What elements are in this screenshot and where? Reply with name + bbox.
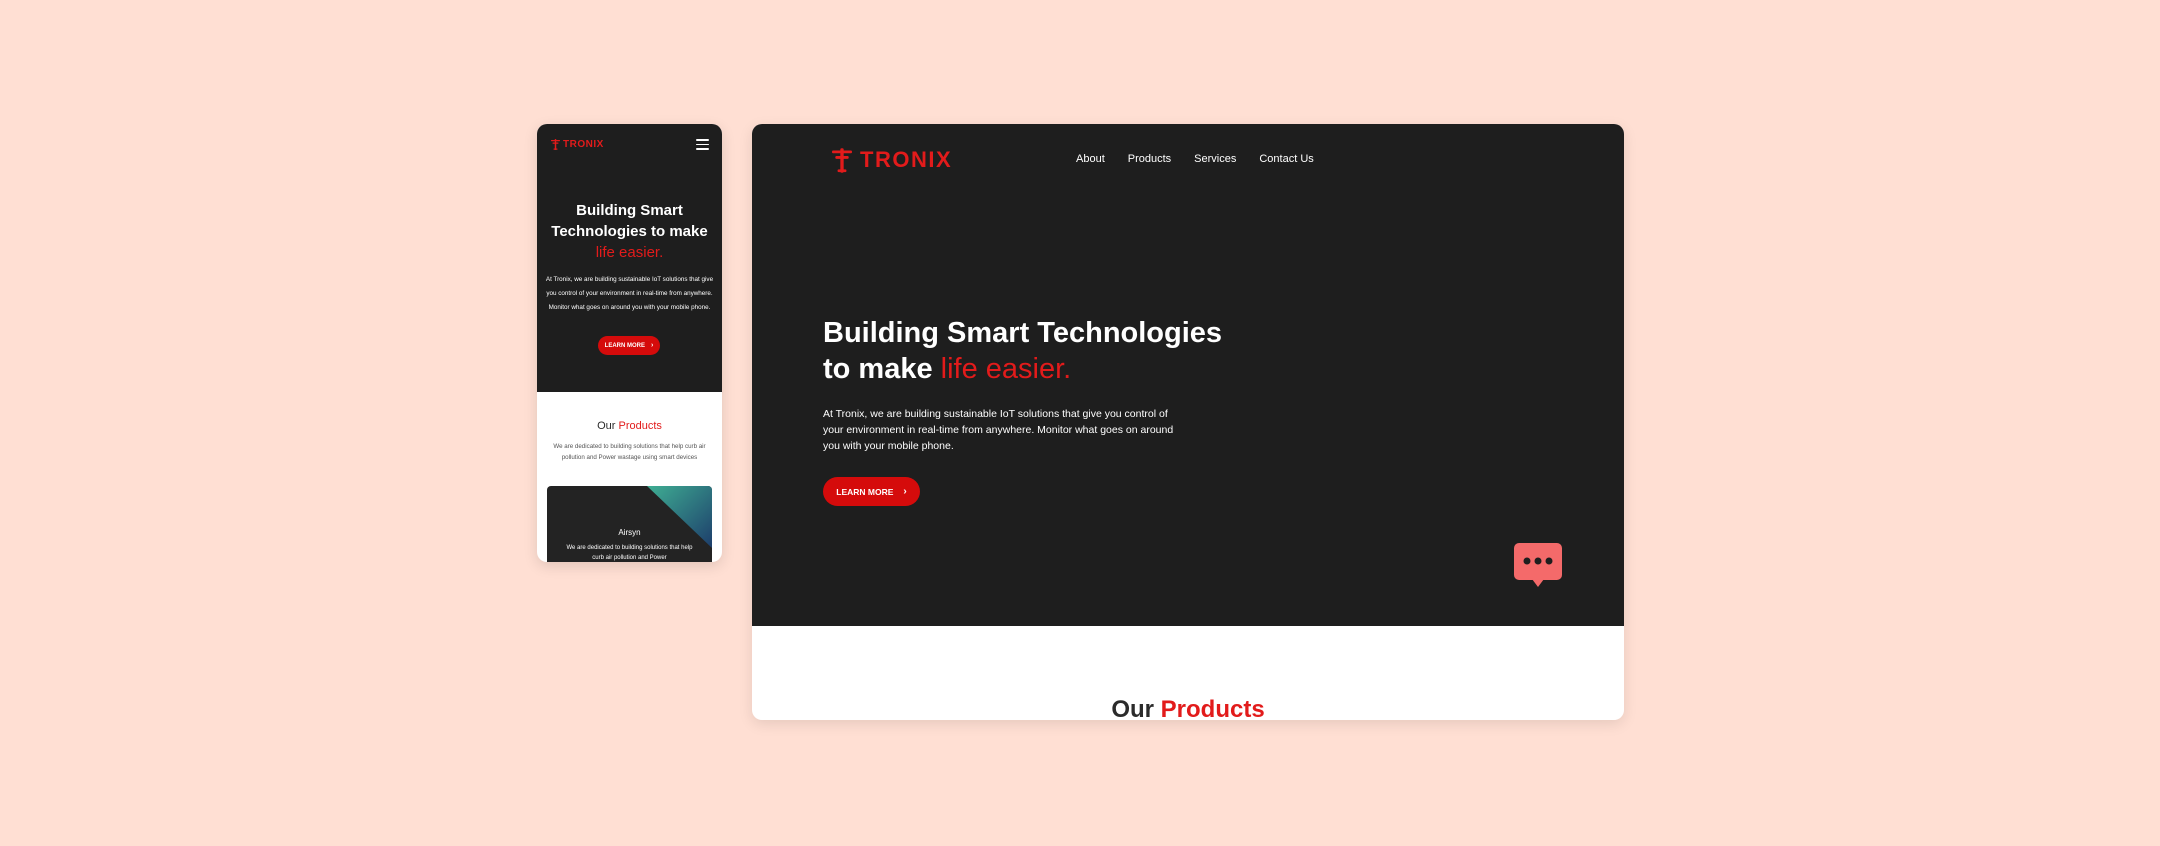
nav-item-about[interactable]: About xyxy=(1076,153,1105,165)
logo-wordmark: TRONIX xyxy=(563,139,604,150)
nav-item-services[interactable]: Services xyxy=(1194,153,1236,165)
nav-item-products[interactable]: Products xyxy=(1128,153,1171,165)
hamburger-icon[interactable] xyxy=(696,139,709,150)
learn-more-label: LEARN MORE xyxy=(604,342,645,349)
main-nav: About Products Services Contact Us xyxy=(1076,153,1314,165)
nav-item-contact-us[interactable]: Contact Us xyxy=(1259,153,1313,165)
mobile-mockup: TRONIX Building Smart Technologies to ma… xyxy=(537,124,722,562)
mobile-hero: TRONIX Building Smart Technologies to ma… xyxy=(537,124,722,392)
antenna-tower-icon xyxy=(832,147,852,173)
learn-more-button[interactable]: LEARN MORE › xyxy=(598,336,660,355)
mobile-hero-title: Building Smart Technologies to make life… xyxy=(537,200,722,263)
mobile-hero-body: At Tronix, we are building sustainable I… xyxy=(545,276,714,311)
mobile-products-description: We are dedicated to building solutions t… xyxy=(553,443,706,461)
learn-more-button[interactable]: LEARN MORE › xyxy=(823,477,920,506)
desktop-mockup: TRONIX About Products Services Contact U… xyxy=(752,124,1624,720)
product-card-description: We are dedicated to building solutions t… xyxy=(566,545,693,561)
mobile-logo[interactable]: TRONIX xyxy=(551,139,604,150)
desktop-hero-body: At Tronix, we are building sustainable I… xyxy=(823,408,1174,452)
logo-wordmark: TRONIX xyxy=(860,147,953,172)
desktop-logo[interactable]: TRONIX xyxy=(832,147,952,173)
desktop-hero-title: Building Smart Technologies to make life… xyxy=(823,317,1223,385)
product-card-name: Airsyn xyxy=(618,528,641,537)
hero-title-highlight: life easier. xyxy=(595,244,664,261)
hero-title-highlight: life easier. xyxy=(940,353,1072,385)
antenna-tower-icon xyxy=(551,139,560,150)
learn-more-label: LEARN MORE xyxy=(836,486,894,497)
desktop-products-title: Our Products xyxy=(1111,696,1265,720)
mobile-products-title: Our Products xyxy=(597,420,662,432)
product-card[interactable]: Airsyn We are dedicated to building solu… xyxy=(547,486,712,562)
chevron-right-icon: › xyxy=(903,486,907,497)
chat-bubble-icon[interactable] xyxy=(1514,543,1562,591)
desktop-hero: TRONIX About Products Services Contact U… xyxy=(752,124,1624,626)
chevron-right-icon: › xyxy=(651,342,654,349)
